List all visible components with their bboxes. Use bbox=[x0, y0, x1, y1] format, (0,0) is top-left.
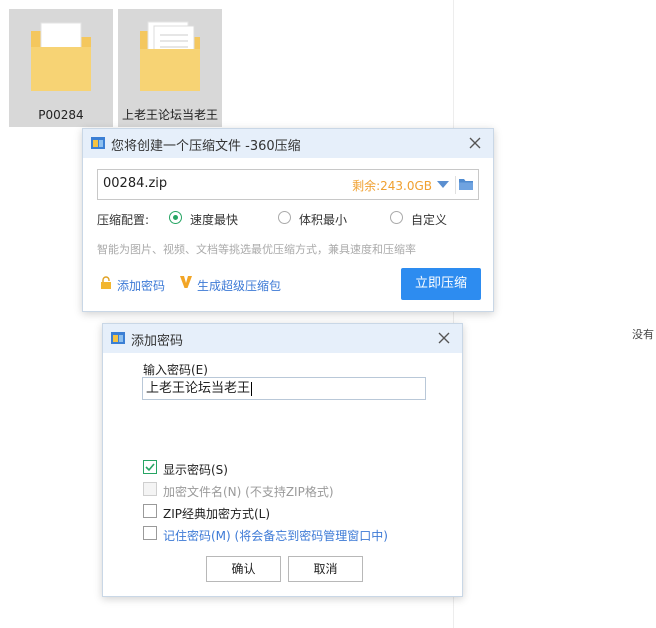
radio-dot bbox=[278, 211, 291, 224]
folder-icon bbox=[140, 21, 200, 91]
360zip-icon bbox=[91, 137, 105, 149]
radio-dot bbox=[169, 211, 182, 224]
radio-dot bbox=[390, 211, 403, 224]
radio-label: 自定义 bbox=[411, 213, 448, 227]
file-name: P00284 bbox=[38, 108, 84, 122]
compress-hint: 智能为图片、视频、文档等挑选最优压缩方式，兼具速度和压缩率 bbox=[97, 243, 416, 256]
checkbox-label: ZIP经典加密方式(L) bbox=[163, 507, 271, 521]
compress-dialog-titlebar[interactable]: 您将创建一个压缩文件 -360压缩 bbox=[83, 129, 493, 158]
file-item-p00284[interactable]: P00284 bbox=[9, 9, 113, 127]
folder-icon bbox=[31, 22, 91, 91]
close-icon[interactable] bbox=[435, 329, 453, 347]
v-badge-icon bbox=[180, 276, 192, 288]
360zip-icon bbox=[111, 332, 125, 344]
ok-button[interactable]: 确认 bbox=[206, 556, 281, 582]
checkmark-icon bbox=[145, 463, 155, 472]
lock-icon bbox=[101, 276, 111, 289]
remaining-space: 剩余:243.0GB bbox=[352, 179, 432, 193]
radio-label: 速度最快 bbox=[190, 213, 239, 227]
file-item-laowang[interactable]: 上老王论坛当老王 bbox=[118, 9, 222, 127]
password-dialog-title: 添加密码 bbox=[131, 334, 184, 349]
file-name: 上老王论坛当老王 bbox=[121, 108, 218, 122]
field-separator bbox=[455, 176, 456, 194]
password-input[interactable]: 上老王论坛当老王 bbox=[142, 377, 426, 400]
add-password-dialog: 添加密码 输入密码(E) 上老王论坛当老王 显示密码(S) 加密文件名(N) (… bbox=[102, 323, 463, 597]
compress-dialog-title: 您将创建一个压缩文件 -360压缩 bbox=[111, 139, 301, 154]
checkbox-box bbox=[143, 460, 157, 474]
add-password-label: 添加密码 bbox=[117, 279, 166, 293]
filename-value[interactable]: 00284.zip bbox=[103, 176, 167, 191]
checkbox-label: 加密文件名(N) (不支持ZIP格式) bbox=[163, 485, 334, 499]
side-text: 没有 bbox=[632, 328, 654, 341]
checkbox-label: 记住密码(M) (将会备忘到密码管理窗口中) bbox=[163, 529, 388, 543]
browse-folder-icon[interactable] bbox=[458, 176, 474, 192]
chevron-down-icon[interactable] bbox=[437, 181, 449, 188]
password-dialog-titlebar[interactable]: 添加密码 bbox=[103, 324, 462, 353]
filename-field[interactable]: 00284.zip 剩余:243.0GB bbox=[97, 169, 479, 200]
compress-now-button[interactable]: 立即压缩 bbox=[401, 268, 481, 300]
close-icon[interactable] bbox=[466, 134, 484, 152]
cancel-button[interactable]: 取消 bbox=[288, 556, 363, 582]
checkbox-box bbox=[143, 526, 157, 540]
compress-config-label: 压缩配置: bbox=[97, 213, 150, 227]
password-value: 上老王论坛当老王 bbox=[146, 381, 251, 396]
checkbox-box bbox=[143, 504, 157, 518]
checkbox-box bbox=[143, 482, 157, 496]
super-zip-label: 生成超级压缩包 bbox=[197, 279, 282, 293]
compress-dialog: 您将创建一个压缩文件 -360压缩 00284.zip 剩余:243.0GB 压… bbox=[82, 128, 494, 312]
text-caret bbox=[251, 381, 253, 396]
checkbox-label: 显示密码(S) bbox=[163, 463, 228, 477]
radio-label: 体积最小 bbox=[299, 213, 348, 227]
password-input-label: 输入密码(E) bbox=[143, 363, 208, 377]
